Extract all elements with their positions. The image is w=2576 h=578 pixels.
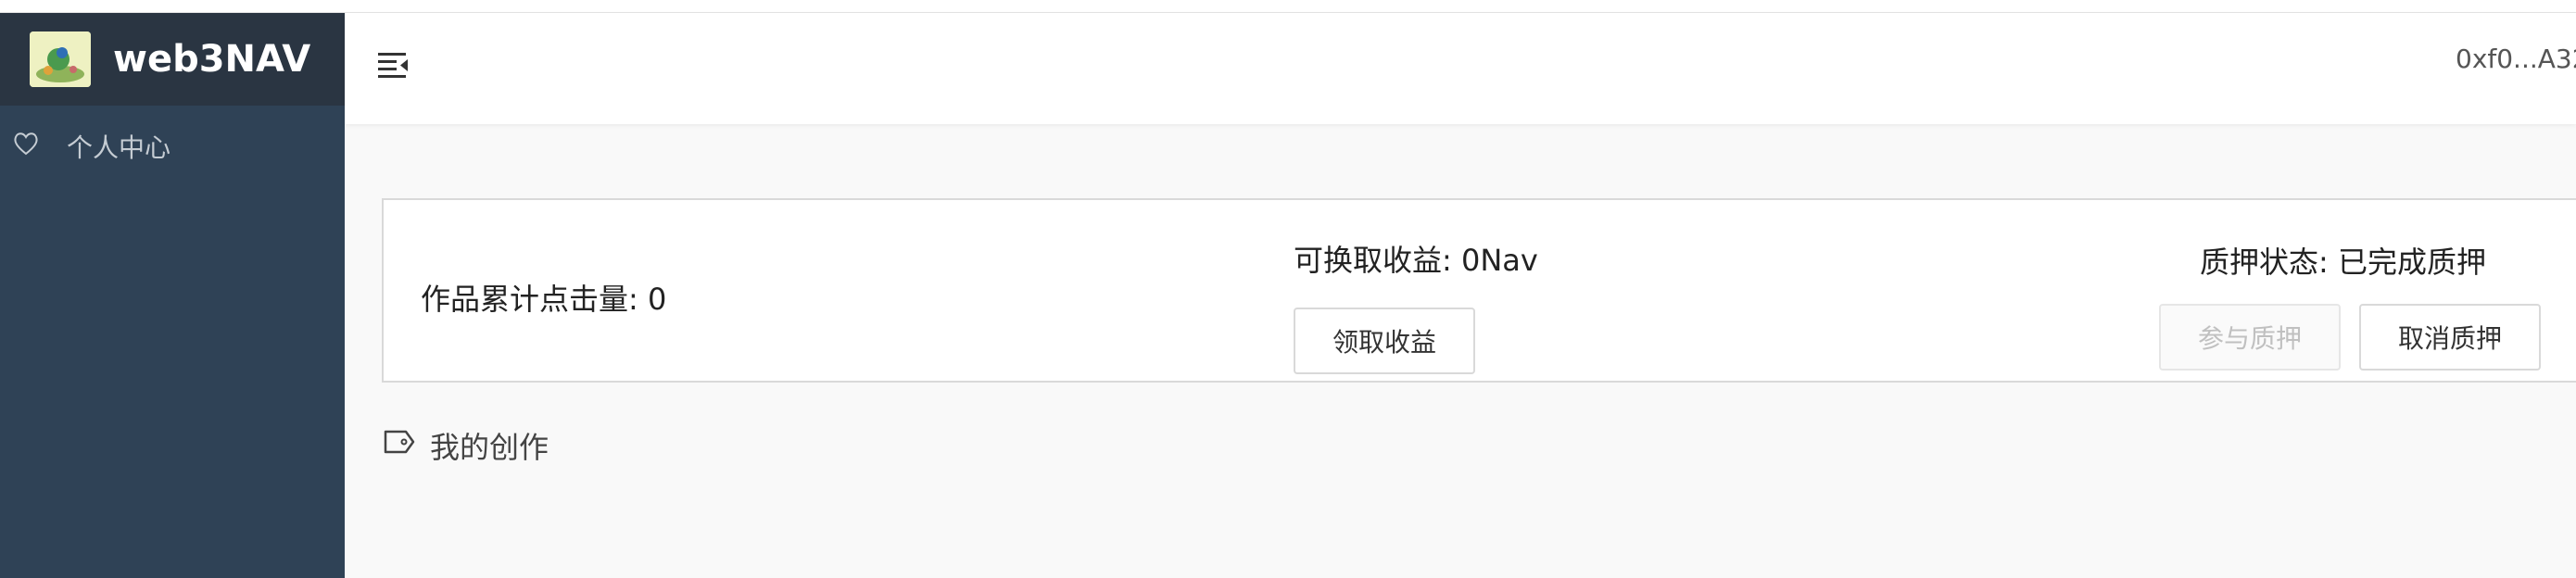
cancel-stake-button[interactable]: 取消质押	[2359, 304, 2541, 371]
my-works-heading: 我的创作	[382, 424, 549, 467]
heart-icon	[13, 132, 39, 162]
browser-top-strip	[0, 0, 2576, 13]
join-stake-button[interactable]: 参与质押	[2159, 304, 2341, 371]
stats-card: 作品累计点击量: 0 可换取收益: 0Nav 领取收益 质押状态: 已完成质押 …	[382, 198, 2576, 383]
sidebar-item-label: 个人中心	[67, 132, 171, 163]
earnings-amount: 可换取收益: 0Nav	[1294, 243, 1538, 278]
menu-collapse-icon[interactable]	[376, 45, 413, 86]
wallet-address[interactable]: 0xf0...A32	[2456, 44, 2576, 74]
stake-status: 质押状态: 已完成质押	[2200, 245, 2486, 280]
my-works-label: 我的创作	[430, 430, 549, 465]
tag-icon	[382, 428, 417, 463]
sidebar: web3NAV 个人中心	[0, 13, 345, 578]
sidebar-item-personal-center[interactable]: 个人中心	[0, 106, 345, 187]
header: 0xf0...A32	[345, 13, 2576, 124]
brand-name: web3NAV	[113, 38, 311, 81]
click-count: 作品累计点击量: 0	[421, 282, 667, 317]
claim-earnings-button[interactable]: 领取收益	[1294, 308, 1475, 374]
brand-logo	[30, 31, 91, 87]
brand[interactable]: web3NAV	[0, 13, 345, 106]
